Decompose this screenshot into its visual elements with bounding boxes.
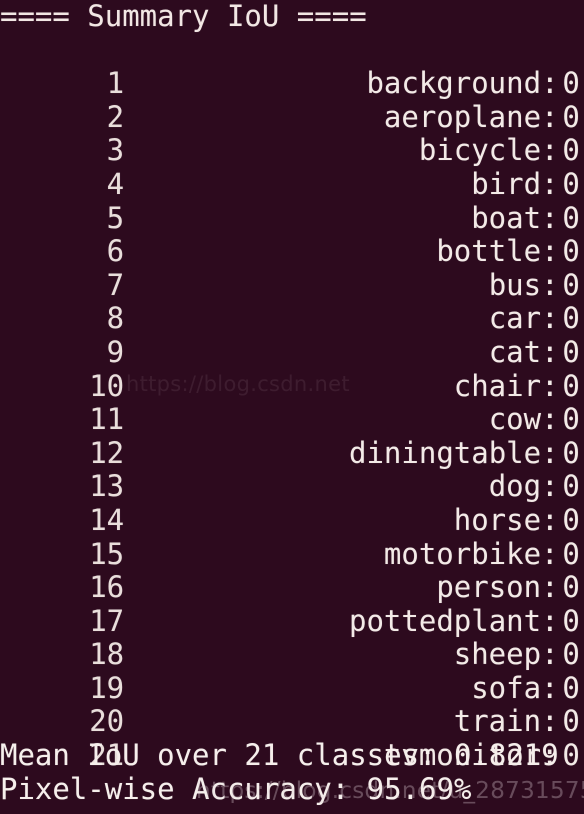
table-row: 15motorbike:0.8155	[0, 504, 584, 570]
summary-header: ==== Summary IoU ====	[0, 0, 367, 33]
table-row: 11cow:0.8656	[0, 370, 584, 436]
table-row: 19sofa:0.8065	[0, 638, 584, 704]
pixel-accuracy-summary: Pixel-wise Accuracy: 95.69%	[0, 771, 472, 806]
table-row: 8car:0.8829	[0, 269, 584, 335]
table-row: 7bus:0.9277	[0, 235, 584, 301]
table-row: 1background:0.9457	[0, 34, 584, 100]
mean-iou-summary: Mean IoU over 21 classes: 0.8219	[0, 738, 559, 773]
table-row: 20train:0.8975	[0, 672, 584, 738]
terminal-window: ==== Summary IoU ==== 1background:0.9457…	[0, 0, 584, 814]
table-row: 16person:0.8589	[0, 538, 584, 603]
table-row: 21tvmonitor:0.8132	[0, 705, 584, 771]
table-row: 13dog:0.9015	[0, 437, 584, 503]
table-row: 12diningtable:0.8169	[0, 403, 584, 469]
table-row: 9cat:0.9103	[0, 302, 584, 368]
table-row: 14horse:0.8596	[0, 470, 584, 536]
table-row: 5boat:0.7635	[0, 168, 584, 234]
table-row: 6bottle:0.8539	[0, 202, 584, 268]
table-row: 2aeroplane:0.8220	[0, 67, 584, 133]
table-row: 10chair:0.6424	[0, 336, 584, 402]
table-row: 17pottedplant:0.6619	[0, 571, 584, 637]
table-row: 4bird:0.8809	[0, 134, 584, 200]
table-row: 3bicycle:0.4761	[0, 101, 584, 167]
table-row: 18sheep:0.8564	[0, 605, 584, 671]
